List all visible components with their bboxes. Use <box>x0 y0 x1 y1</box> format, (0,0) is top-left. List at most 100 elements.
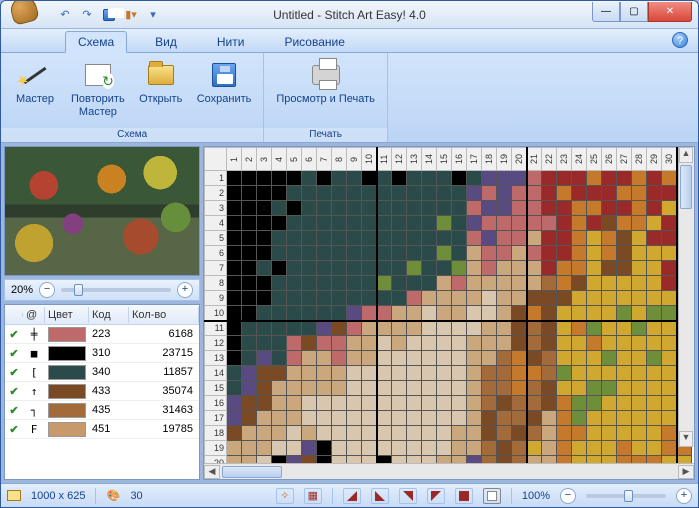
stitch-br-button[interactable] <box>427 488 445 504</box>
wand-icon <box>23 66 46 83</box>
row-check[interactable]: ✔ <box>5 385 23 398</box>
col-count[interactable]: Кол-во <box>129 307 199 323</box>
tab-threads[interactable]: Нити <box>205 32 257 52</box>
app-window: ↶ ↷ ▮▾ ▾ Untitled - Stitch Art Easy! 4.0… <box>0 0 699 508</box>
wizard-label: Мастер <box>16 93 54 106</box>
preview-zoom-slider[interactable] <box>61 288 171 292</box>
horizontal-scrollbar[interactable]: ◀ ▶ <box>204 463 694 479</box>
qat-button-4[interactable]: ▮▾ <box>121 5 141 25</box>
preview-zoom-out[interactable]: − <box>39 282 55 298</box>
refresh-icon <box>85 64 111 86</box>
window-controls: — ▢ ✕ <box>592 2 692 22</box>
preview-zoom-thumb[interactable] <box>74 284 83 296</box>
col-at[interactable]: @ <box>23 307 45 323</box>
scroll-right-arrow[interactable]: ▶ <box>678 465 694 479</box>
row-count: 35074 <box>129 385 199 397</box>
thimble-icon <box>8 0 40 25</box>
floppy-icon <box>212 63 236 87</box>
table-row[interactable]: ✔[34011857 <box>5 363 199 382</box>
left-panel: 20% − + @ Цвет Код Кол-во ✔╪2236168✔■310… <box>4 146 200 480</box>
row-swatch <box>45 403 89 418</box>
ribbon-group-print: Просмотр и Печать Печать <box>264 53 388 142</box>
row-count: 23715 <box>129 347 199 359</box>
row-check[interactable]: ✔ <box>5 404 23 417</box>
printer-icon <box>312 65 340 85</box>
thread-table-header: @ Цвет Код Кол-во <box>5 305 199 325</box>
status-zoom-in[interactable]: + <box>676 488 692 504</box>
wizard-button[interactable]: Мастер <box>9 57 61 128</box>
row-code: 435 <box>89 404 129 416</box>
row-count: 31463 <box>129 404 199 416</box>
tab-drawing[interactable]: Рисование <box>272 32 356 52</box>
table-row[interactable]: ✔╪2236168 <box>5 325 199 344</box>
stitch-tr-button[interactable] <box>371 488 389 504</box>
row-check[interactable]: ✔ <box>5 328 23 341</box>
customize-qat-button[interactable]: ▾ <box>143 5 163 25</box>
stitch-full-button[interactable] <box>455 488 473 504</box>
status-zoom-out[interactable]: − <box>560 488 576 504</box>
status-zoom-value: 100% <box>522 490 550 502</box>
minimize-button[interactable]: — <box>592 2 620 22</box>
select-crosshair-button[interactable]: ✧ <box>276 488 294 504</box>
thread-table: @ Цвет Код Кол-во ✔╪2236168✔■31023715✔[3… <box>4 304 200 480</box>
print-preview-button[interactable]: Просмотр и Печать <box>272 57 379 128</box>
row-swatch <box>45 346 89 361</box>
table-row[interactable]: ✔┐43531463 <box>5 401 199 420</box>
tab-view[interactable]: Вид <box>143 32 189 52</box>
v-scroll-thumb[interactable] <box>680 165 692 209</box>
col-color[interactable]: Цвет <box>45 307 89 323</box>
save-qat-button[interactable] <box>99 5 119 25</box>
stitch-bl-button[interactable] <box>399 488 417 504</box>
tab-scheme[interactable]: Схема <box>65 31 127 53</box>
vertical-scrollbar[interactable]: ▲ ▼ <box>678 147 694 447</box>
status-zoom-slider[interactable] <box>586 494 666 498</box>
row-check[interactable]: ✔ <box>5 423 23 436</box>
repeat-label: Повторить Мастер <box>71 93 125 118</box>
scroll-down-arrow[interactable]: ▼ <box>679 431 693 447</box>
status-bar: 1000 x 625 🎨 30 ✧ ▦ 100% − + <box>1 483 698 507</box>
maximize-button[interactable]: ▢ <box>620 2 648 22</box>
scroll-up-arrow[interactable]: ▲ <box>679 147 693 163</box>
row-symbol: ╪ <box>23 328 45 341</box>
redo-button[interactable]: ↷ <box>77 5 97 25</box>
preview-zoom-bar: 20% − + <box>4 279 200 301</box>
canvas-panel: 1234567891011121314151617181920212223242… <box>203 146 695 480</box>
status-zoom-thumb[interactable] <box>624 490 633 502</box>
row-check[interactable]: ✔ <box>5 347 23 360</box>
row-swatch <box>45 327 89 342</box>
row-symbol: ■ <box>23 347 45 360</box>
save-icon <box>103 9 115 21</box>
select-grid-button[interactable]: ▦ <box>304 488 322 504</box>
row-swatch <box>45 422 89 437</box>
row-code: 223 <box>89 328 129 340</box>
col-code[interactable]: Код <box>89 307 129 323</box>
close-button[interactable]: ✕ <box>648 2 692 22</box>
ribbon-tabs: Схема Вид Нити Рисование ? <box>1 29 698 53</box>
row-count: 11857 <box>129 366 199 378</box>
folder-icon <box>148 65 174 85</box>
save-button[interactable]: Сохранить <box>193 57 256 128</box>
table-row[interactable]: ✔F45119785 <box>5 420 199 439</box>
repeat-wizard-button[interactable]: Повторить Мастер <box>67 57 129 128</box>
col-check[interactable] <box>5 313 23 317</box>
preview-panel[interactable] <box>4 146 200 276</box>
table-row[interactable]: ✔↑43335074 <box>5 382 199 401</box>
stitch-tl-button[interactable] <box>343 488 361 504</box>
scroll-left-arrow[interactable]: ◀ <box>204 465 220 479</box>
group-scheme-label: Схема <box>1 128 263 142</box>
help-button[interactable]: ? <box>672 32 688 48</box>
row-code: 433 <box>89 385 129 397</box>
app-menu-button[interactable] <box>11 0 45 31</box>
table-row[interactable]: ✔■31023715 <box>5 344 199 363</box>
row-swatch <box>45 365 89 380</box>
size-icon <box>7 490 21 501</box>
undo-button[interactable]: ↶ <box>55 5 75 25</box>
ribbon-group-scheme: Мастер Повторить Мастер Открыть Сохранит… <box>1 53 264 142</box>
row-check[interactable]: ✔ <box>5 366 23 379</box>
preview-zoom-in[interactable]: + <box>177 282 193 298</box>
stitch-grid[interactable]: 1234567891011121314151617181920212223242… <box>204 147 692 463</box>
open-button[interactable]: Открыть <box>135 57 187 128</box>
stitch-empty-button[interactable] <box>483 488 501 504</box>
h-scroll-thumb[interactable] <box>222 466 282 478</box>
grid-viewport[interactable]: 1234567891011121314151617181920212223242… <box>204 147 694 463</box>
